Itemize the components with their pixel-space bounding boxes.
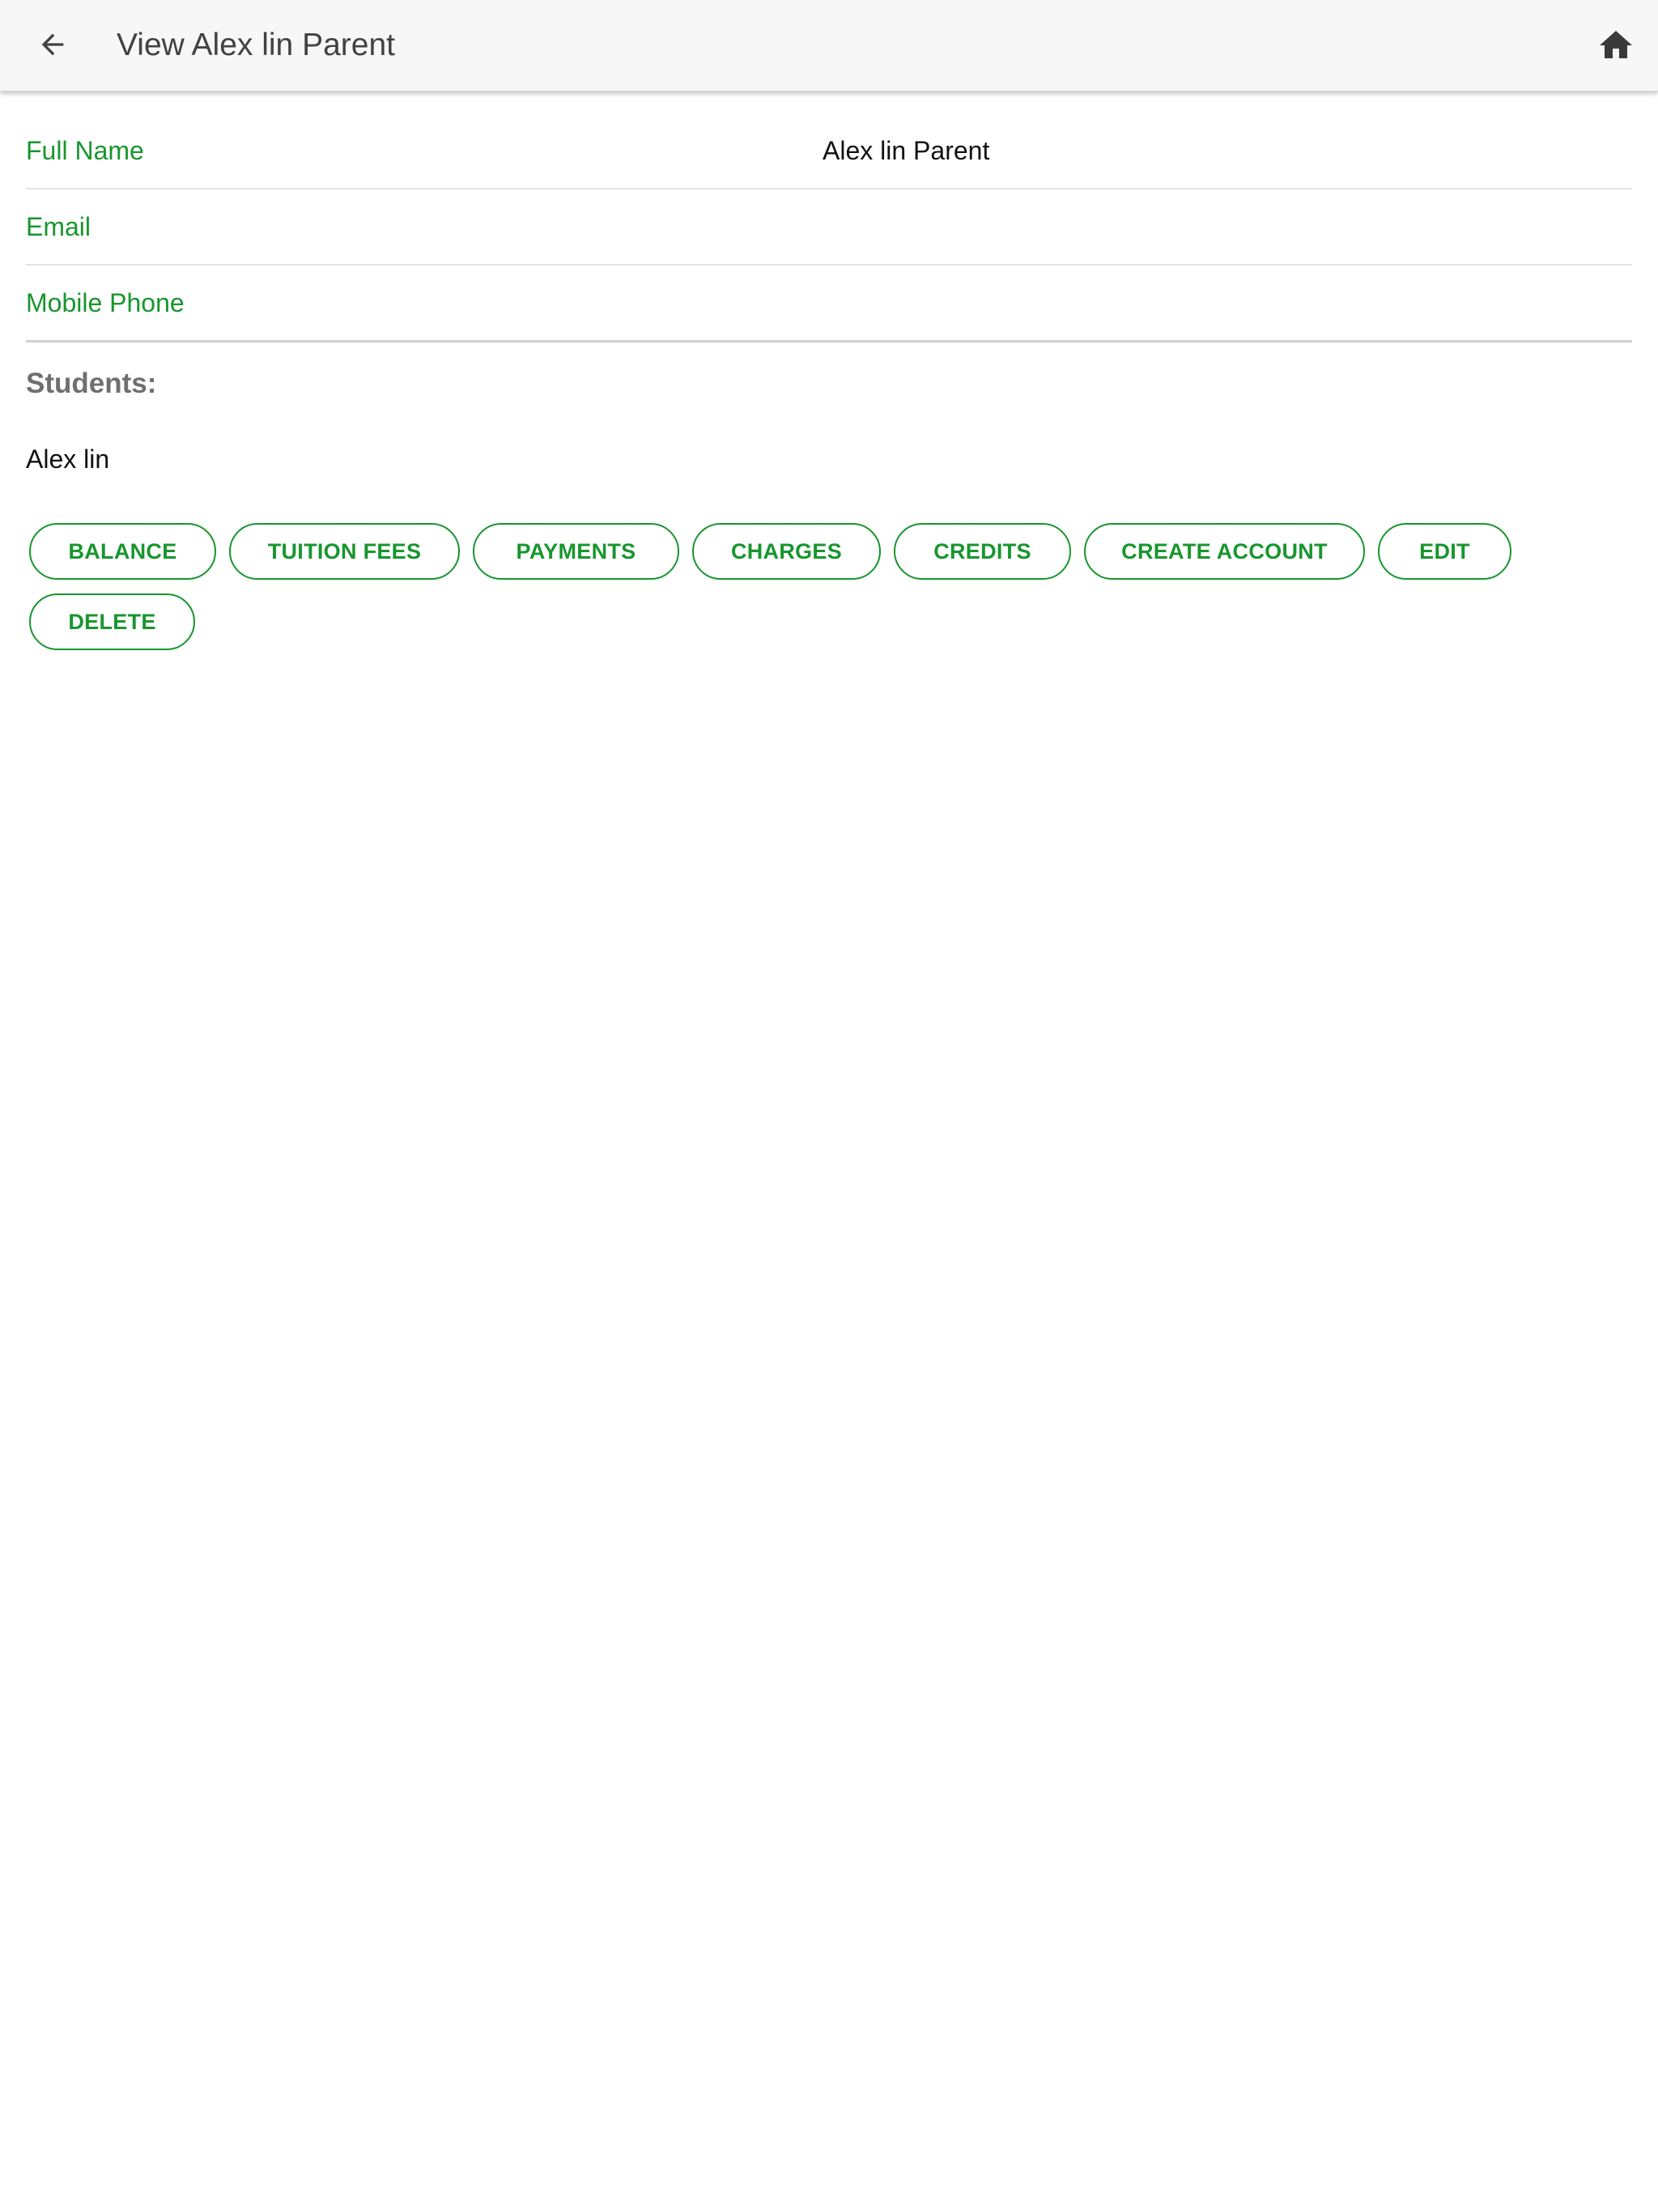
arrow-left-icon	[41, 33, 64, 56]
home-icon	[1600, 31, 1632, 58]
email-label: Email	[26, 212, 91, 241]
home-button[interactable]	[1588, 18, 1643, 73]
email-row: Email	[26, 189, 1632, 266]
create-account-button[interactable]: CREATE ACCOUNT	[1084, 523, 1365, 580]
page-title: View Alex lin Parent	[117, 28, 395, 62]
charges-button[interactable]: CHARGES	[692, 523, 881, 580]
mobile-phone-label: Mobile Phone	[26, 288, 185, 317]
action-buttons: BALANCE TUITION FEES PAYMENTS CHARGES CR…	[29, 523, 1616, 650]
students-heading: Students:	[26, 368, 157, 399]
parent-details: Full Name Alex lin Parent Email Mobile P…	[26, 113, 1632, 475]
full-name-value: Alex lin Parent	[823, 136, 990, 165]
credits-button[interactable]: CREDITS	[894, 523, 1071, 580]
back-button[interactable]	[24, 16, 81, 73]
balance-button[interactable]: BALANCE	[29, 523, 216, 580]
full-name-row: Full Name Alex lin Parent	[26, 113, 1632, 189]
mobile-phone-row: Mobile Phone	[26, 266, 1632, 342]
student-list-item: Alex lin	[26, 445, 110, 474]
tuition-fees-button[interactable]: TUITION FEES	[229, 523, 460, 580]
delete-button[interactable]: DELETE	[29, 593, 195, 650]
full-name-label: Full Name	[26, 136, 144, 165]
app-screen: View Alex lin Parent Full Name Alex lin …	[0, 0, 1658, 2212]
payments-button[interactable]: PAYMENTS	[473, 523, 679, 580]
edit-button[interactable]: EDIT	[1378, 523, 1511, 580]
top-toolbar: View Alex lin Parent	[0, 0, 1658, 91]
